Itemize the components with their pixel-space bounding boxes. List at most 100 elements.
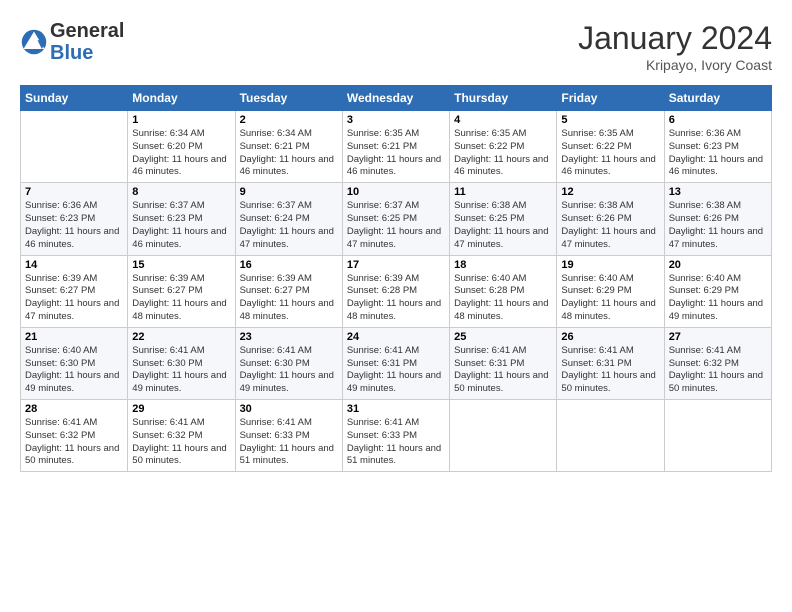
- calendar-page: General Blue January 2024 Kripayo, Ivory…: [0, 0, 792, 612]
- day-info: Sunrise: 6:41 AMSunset: 6:31 PMDaylight:…: [454, 345, 552, 396]
- day-number: 23: [240, 331, 338, 343]
- day-info: Sunrise: 6:41 AMSunset: 6:30 PMDaylight:…: [132, 345, 230, 396]
- sunrise-text: Sunrise: 6:40 AM: [25, 345, 97, 356]
- sunrise-text: Sunrise: 6:38 AM: [454, 200, 526, 211]
- sunset-text: Sunset: 6:23 PM: [669, 141, 739, 152]
- day-number: 14: [25, 259, 123, 271]
- daylight-text: Daylight: 11 hours and 47 minutes.: [454, 226, 548, 250]
- week-row-2: 7 Sunrise: 6:36 AMSunset: 6:23 PMDaylight…: [21, 183, 772, 255]
- day-info: Sunrise: 6:36 AMSunset: 6:23 PMDaylight:…: [669, 128, 767, 179]
- day-number: 5: [561, 114, 659, 126]
- day-number: 29: [132, 403, 230, 415]
- table-row: 17Sunrise: 6:39 AMSunset: 6:28 PMDayligh…: [342, 255, 449, 327]
- day-info: Sunrise: 6:34 AMSunset: 6:20 PMDaylight:…: [132, 128, 230, 179]
- day-info: Sunrise: 6:36 AMSunset: 6:23 PMDaylight:…: [25, 200, 123, 251]
- table-row: 2Sunrise: 6:34 AMSunset: 6:21 PMDaylight…: [235, 111, 342, 183]
- daylight-text: Daylight: 11 hours and 48 minutes.: [454, 298, 548, 322]
- day-info: Sunrise: 6:41 AMSunset: 6:32 PMDaylight:…: [669, 345, 767, 396]
- col-monday: Monday: [128, 86, 235, 111]
- sunset-text: Sunset: 6:31 PM: [561, 358, 631, 369]
- table-row: 12Sunrise: 6:38 AMSunset: 6:26 PMDayligh…: [557, 183, 664, 255]
- table-row: 27 Sunrise: 6:41 AMSunset: 6:32 PMDayligh…: [664, 327, 771, 399]
- sunrise-text: Sunrise: 6:35 AM: [561, 128, 633, 139]
- col-saturday: Saturday: [664, 86, 771, 111]
- daylight-text: Daylight: 11 hours and 47 minutes.: [25, 298, 119, 322]
- table-row: 10Sunrise: 6:37 AMSunset: 6:25 PMDayligh…: [342, 183, 449, 255]
- sunset-text: Sunset: 6:32 PM: [669, 358, 739, 369]
- sunset-text: Sunset: 6:27 PM: [240, 285, 310, 296]
- sunset-text: Sunset: 6:21 PM: [240, 141, 310, 152]
- day-number: 4: [454, 114, 552, 126]
- table-row: 26Sunrise: 6:41 AMSunset: 6:31 PMDayligh…: [557, 327, 664, 399]
- logo-icon: [20, 28, 48, 56]
- daylight-text: Daylight: 11 hours and 46 minutes.: [132, 226, 226, 250]
- sunrise-text: Sunrise: 6:38 AM: [561, 200, 633, 211]
- sunrise-text: Sunrise: 6:41 AM: [240, 345, 312, 356]
- sunrise-text: Sunrise: 6:41 AM: [347, 417, 419, 428]
- daylight-text: Daylight: 11 hours and 49 minutes.: [132, 370, 226, 394]
- table-row: 8Sunrise: 6:37 AMSunset: 6:23 PMDaylight…: [128, 183, 235, 255]
- daylight-text: Daylight: 11 hours and 49 minutes.: [25, 370, 119, 394]
- table-row: 3 Sunrise: 6:35 AMSunset: 6:21 PMDaylight…: [342, 111, 449, 183]
- daylight-text: Daylight: 11 hours and 46 minutes.: [561, 154, 655, 178]
- day-number: 7: [25, 186, 123, 198]
- day-number: 27: [669, 331, 767, 343]
- title-block: January 2024 Kripayo, Ivory Coast: [578, 20, 772, 73]
- sunset-text: Sunset: 6:32 PM: [132, 430, 202, 441]
- sunrise-text: Sunrise: 6:34 AM: [240, 128, 312, 139]
- sunset-text: Sunset: 6:30 PM: [132, 358, 202, 369]
- day-info: Sunrise: 6:41 AMSunset: 6:33 PMDaylight:…: [347, 417, 445, 468]
- day-info: Sunrise: 6:35 AMSunset: 6:22 PMDaylight:…: [454, 128, 552, 179]
- day-number: 15: [132, 259, 230, 271]
- weekday-header-row: Sunday Monday Tuesday Wednesday Thursday…: [21, 86, 772, 111]
- day-info: Sunrise: 6:37 AMSunset: 6:24 PMDaylight:…: [240, 200, 338, 251]
- daylight-text: Daylight: 11 hours and 51 minutes.: [347, 443, 441, 467]
- sunrise-text: Sunrise: 6:40 AM: [561, 273, 633, 284]
- col-sunday: Sunday: [21, 86, 128, 111]
- table-row: [664, 400, 771, 472]
- sunset-text: Sunset: 6:30 PM: [25, 358, 95, 369]
- col-thursday: Thursday: [450, 86, 557, 111]
- daylight-text: Daylight: 11 hours and 46 minutes.: [25, 226, 119, 250]
- sunset-text: Sunset: 6:20 PM: [132, 141, 202, 152]
- table-row: 4 Sunrise: 6:35 AMSunset: 6:22 PMDaylight…: [450, 111, 557, 183]
- sunrise-text: Sunrise: 6:39 AM: [25, 273, 97, 284]
- table-row: 31Sunrise: 6:41 AMSunset: 6:33 PMDayligh…: [342, 400, 449, 472]
- table-row: [450, 400, 557, 472]
- sunrise-text: Sunrise: 6:39 AM: [132, 273, 204, 284]
- day-number: 12: [561, 186, 659, 198]
- day-number: 21: [25, 331, 123, 343]
- day-info: Sunrise: 6:37 AMSunset: 6:25 PMDaylight:…: [347, 200, 445, 251]
- sunset-text: Sunset: 6:29 PM: [561, 285, 631, 296]
- day-number: 22: [132, 331, 230, 343]
- day-info: Sunrise: 6:41 AMSunset: 6:32 PMDaylight:…: [25, 417, 123, 468]
- day-info: Sunrise: 6:38 AMSunset: 6:25 PMDaylight:…: [454, 200, 552, 251]
- col-tuesday: Tuesday: [235, 86, 342, 111]
- day-number: 9: [240, 186, 338, 198]
- sunrise-text: Sunrise: 6:38 AM: [669, 200, 741, 211]
- day-info: Sunrise: 6:41 AMSunset: 6:31 PMDaylight:…: [347, 345, 445, 396]
- table-row: 30Sunrise: 6:41 AMSunset: 6:33 PMDayligh…: [235, 400, 342, 472]
- day-number: 2: [240, 114, 338, 126]
- sunrise-text: Sunrise: 6:41 AM: [347, 345, 419, 356]
- week-row-3: 14Sunrise: 6:39 AMSunset: 6:27 PMDayligh…: [21, 255, 772, 327]
- sunset-text: Sunset: 6:21 PM: [347, 141, 417, 152]
- sunset-text: Sunset: 6:27 PM: [132, 285, 202, 296]
- sunrise-text: Sunrise: 6:37 AM: [240, 200, 312, 211]
- daylight-text: Daylight: 11 hours and 49 minutes.: [669, 298, 763, 322]
- table-row: 19Sunrise: 6:40 AMSunset: 6:29 PMDayligh…: [557, 255, 664, 327]
- sunrise-text: Sunrise: 6:37 AM: [132, 200, 204, 211]
- day-info: Sunrise: 6:40 AM Sunset: 6:30 PMDaylight:…: [25, 345, 123, 396]
- sunrise-text: Sunrise: 6:41 AM: [25, 417, 97, 428]
- week-row-5: 28Sunrise: 6:41 AMSunset: 6:32 PMDayligh…: [21, 400, 772, 472]
- table-row: 25Sunrise: 6:41 AMSunset: 6:31 PMDayligh…: [450, 327, 557, 399]
- location-subtitle: Kripayo, Ivory Coast: [578, 57, 772, 73]
- daylight-text: Daylight: 11 hours and 51 minutes.: [240, 443, 334, 467]
- sunrise-text: Sunrise: 6:41 AM: [132, 417, 204, 428]
- daylight-text: Daylight: 11 hours and 48 minutes.: [347, 298, 441, 322]
- daylight-text: Daylight: 11 hours and 48 minutes.: [240, 298, 334, 322]
- day-info: Sunrise: 6:35 AMSunset: 6:21 PMDaylight:…: [347, 128, 445, 179]
- sunset-text: Sunset: 6:31 PM: [454, 358, 524, 369]
- sunrise-text: Sunrise: 6:41 AM: [561, 345, 633, 356]
- day-number: 3: [347, 114, 445, 126]
